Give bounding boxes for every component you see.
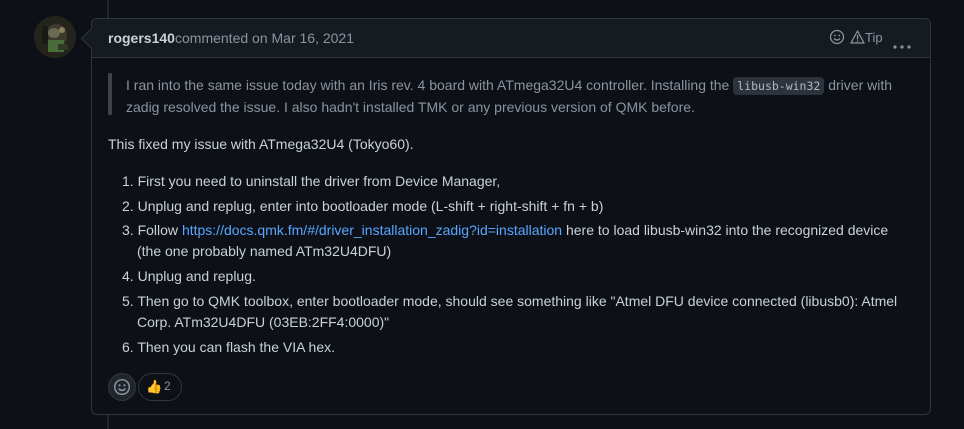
reaction-thumbs-up[interactable]: 👍 2 xyxy=(138,373,182,401)
docs-link[interactable]: https://docs.qmk.fm/#/driver_installatio… xyxy=(182,222,562,238)
list-number: 2. xyxy=(122,198,134,214)
list-text: Unplug and replug. xyxy=(137,268,256,284)
inline-code: libusb-win32 xyxy=(733,77,825,95)
quote-text: driver with xyxy=(828,77,893,93)
avatar-image xyxy=(34,16,76,58)
comment-header: rogers140 commented on Mar 16, 2021 Tip xyxy=(92,19,930,58)
quote-text: zadig resolved the issue. I also hadn't … xyxy=(126,99,695,115)
comment-timestamp[interactable]: commented on Mar 16, 2021 xyxy=(175,30,354,46)
list-item: 5. Then go to QMK toolbox, enter bootloa… xyxy=(122,291,897,312)
list-number: 5. xyxy=(122,293,134,309)
add-reaction-button[interactable] xyxy=(108,373,136,401)
list-number: 4. xyxy=(122,268,134,284)
thumbs-up-icon: 👍 xyxy=(146,379,163,394)
list-item: 1. First you need to uninstall the drive… xyxy=(122,171,500,192)
list-number: 3. xyxy=(122,222,134,238)
list-text: Then go to QMK toolbox, enter bootloader… xyxy=(137,293,898,309)
list-item: 4. Unplug and replug. xyxy=(122,266,256,287)
blockquote: I ran into the same issue today with an … xyxy=(126,75,916,118)
list-text-continuation: (the one probably named ATm32U4DFU) xyxy=(137,243,392,259)
list-item: 6. Then you can flash the VIA hex. xyxy=(122,337,335,358)
reaction-count: 2 xyxy=(164,379,171,393)
smiley-icon xyxy=(113,378,131,401)
quote-text: I ran into the same issue today with an … xyxy=(126,77,730,93)
author-link[interactable]: rogers140 xyxy=(108,30,175,46)
avatar[interactable] xyxy=(34,16,76,58)
list-item: 3. Follow https://docs.qmk.fm/#/driver_i… xyxy=(122,220,888,241)
list-number: 1. xyxy=(122,173,134,189)
list-text: here to load libusb-win32 into the recog… xyxy=(565,222,889,238)
smiley-icon[interactable] xyxy=(829,29,845,50)
blockquote-bar xyxy=(108,73,112,115)
intro-paragraph: This fixed my issue with ATmega32U4 (Tok… xyxy=(108,136,414,152)
list-text: Unplug and replug, enter into bootloader… xyxy=(137,198,604,214)
list-text: Then you can flash the VIA hex. xyxy=(137,339,336,355)
kebab-horizontal-icon[interactable] xyxy=(893,36,911,54)
comment-card: rogers140 commented on Mar 16, 2021 Tip xyxy=(80,18,931,415)
list-text: First you need to uninstall the driver f… xyxy=(137,173,501,189)
list-number: 6. xyxy=(122,339,134,355)
list-text: Follow xyxy=(137,222,179,238)
list-text-continuation: Corp. ATm32U4DFU (03EB:2FF4:0000)" xyxy=(137,314,390,330)
list-item: 2. Unplug and replug, enter into bootloa… xyxy=(122,196,603,217)
alert-triangle-icon[interactable] xyxy=(850,29,865,50)
tip-label[interactable]: Tip xyxy=(865,30,883,45)
